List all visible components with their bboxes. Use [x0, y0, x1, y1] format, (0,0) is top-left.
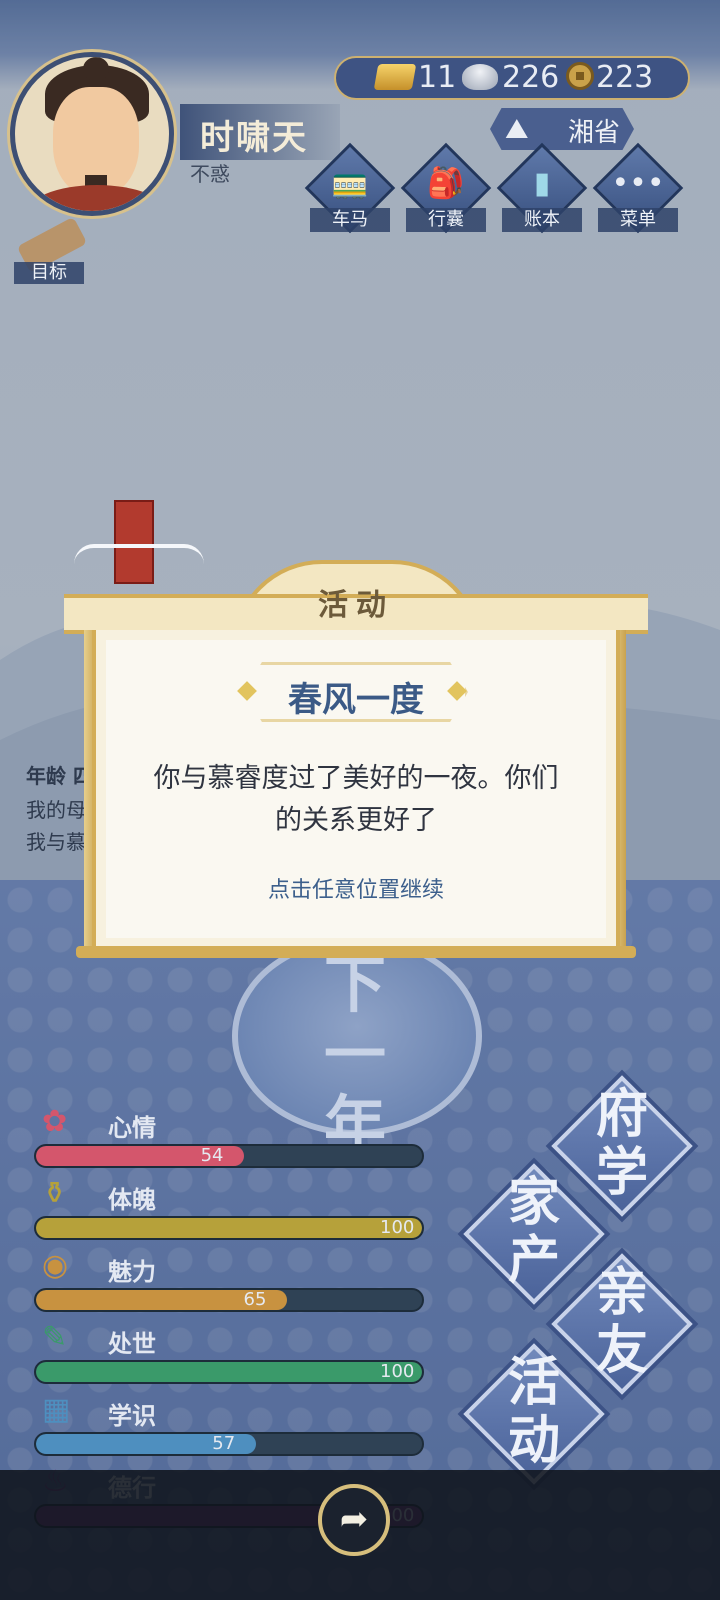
silver-ingot-icon	[462, 64, 498, 90]
event-description: 你与慕睿度过了美好的一夜。你们 的关系更好了	[124, 758, 588, 842]
carriage-button[interactable]: 🚃 车马	[304, 142, 396, 240]
stat-value: 65	[243, 1289, 267, 1310]
stat-name: 心情	[108, 1114, 156, 1142]
stat-row: ⚱ 体魄 100	[34, 1176, 424, 1242]
stat-row: ◉ 魅力 65	[34, 1248, 424, 1314]
stat-row: ✎ 处世 100	[34, 1320, 424, 1386]
ledger-button[interactable]: ▮ 账本	[496, 142, 588, 240]
book-icon: ▦	[42, 1392, 71, 1427]
activity-button[interactable]: 活动	[463, 1343, 605, 1485]
stat-value: 100	[380, 1217, 415, 1238]
player-age-title: 不惑	[190, 162, 230, 186]
goal-label: 目标	[14, 262, 84, 284]
coin-amount: 223	[596, 60, 654, 95]
bag-label: 行囊	[406, 208, 486, 232]
stat-bar-fill	[36, 1362, 422, 1382]
game-scene[interactable]: 时啸天 不惑 11 226 223 ⛰ 湘省 🚃 车马 🎒 行囊 ▮ 账本 ••…	[0, 0, 720, 1600]
continue-hint[interactable]: 点击任意位置继续	[124, 872, 588, 904]
stat-bar	[34, 1144, 424, 1168]
menu-button[interactable]: ••• 菜单	[592, 142, 684, 240]
bag-button[interactable]: 🎒 行囊	[400, 142, 492, 240]
avatar-bun	[83, 57, 109, 81]
event-title: 春风一度	[288, 680, 424, 720]
activity-label: 活动	[464, 1354, 604, 1470]
event-description-line: 的关系更好了	[275, 805, 437, 836]
stat-value: 57	[212, 1433, 236, 1454]
location-label: 湘省	[568, 118, 621, 148]
copper-coin-icon	[566, 62, 594, 90]
event-description-line: 你与慕睿度过了美好的一夜。你们	[153, 763, 559, 794]
stat-name: 学识	[108, 1402, 156, 1430]
player-avatar[interactable]	[10, 52, 174, 216]
gold-amount: 11	[418, 60, 457, 95]
gold-ingot-icon	[373, 64, 417, 90]
popup-header-title: 活动	[318, 588, 394, 623]
stat-value: 54	[200, 1145, 224, 1166]
ledger-label: 账本	[502, 208, 582, 232]
jade-icon: ◉	[42, 1248, 69, 1283]
vase-icon: ⚱	[42, 1176, 68, 1211]
carriage-icon: 🚃	[331, 166, 369, 201]
stat-name: 魅力	[108, 1258, 156, 1286]
stat-row: ▦ 学识 57	[34, 1392, 424, 1458]
activity-label-text: 活动	[507, 1352, 560, 1471]
bag-icon: 🎒	[427, 166, 465, 201]
menu-dots-icon: •••	[611, 166, 665, 201]
map-location-icon: ⛰	[505, 112, 529, 145]
carriage-label: 车马	[310, 208, 390, 232]
menu-label: 菜单	[598, 208, 678, 232]
brush-icon: ✎	[42, 1320, 68, 1355]
stat-value: 100	[380, 1361, 415, 1382]
share-button[interactable]: ➦	[318, 1484, 390, 1556]
player-name: 时啸天	[200, 118, 308, 158]
stat-row: ✿ 心情 54	[34, 1104, 424, 1170]
stat-bar	[34, 1216, 424, 1240]
popup-base	[76, 946, 636, 958]
stat-name: 体魄	[108, 1186, 156, 1214]
silver-amount: 226	[502, 60, 560, 95]
stat-name: 处世	[108, 1330, 156, 1358]
goal-button[interactable]: 目标	[10, 216, 88, 286]
stat-bar-fill	[36, 1218, 422, 1238]
ledger-icon: ▮	[533, 166, 551, 201]
stat-bar	[34, 1288, 424, 1312]
share-icon: ➦	[339, 1499, 369, 1539]
flower-icon: ✿	[42, 1104, 68, 1139]
stat-bar	[34, 1360, 424, 1384]
